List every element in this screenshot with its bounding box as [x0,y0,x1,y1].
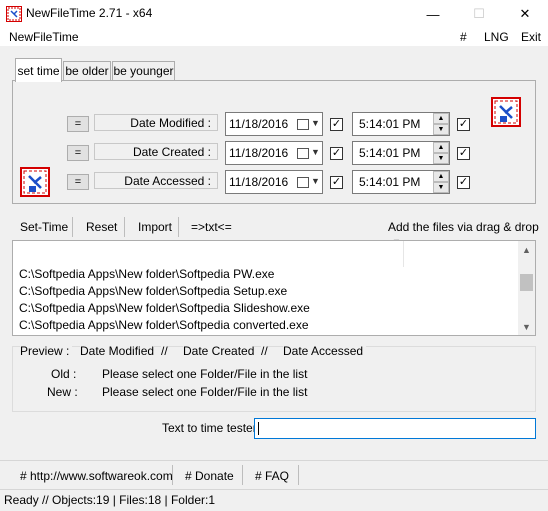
list-item[interactable]: C:\Softpedia Apps\New folder\Softpedia P… [19,267,274,281]
scroll-thumb[interactable] [520,274,533,291]
chevron-down-icon[interactable]: ▼ [311,176,320,186]
footer-separator [298,465,299,485]
close-button[interactable]: ✕ [502,0,548,28]
column-divider [403,241,404,267]
tab-be-younger[interactable]: be younger [112,61,175,81]
import-button[interactable]: Import [138,220,172,234]
date-accessed-date-value: 11/18/2016 [229,175,289,189]
equal-button-created[interactable]: = [67,145,89,161]
drag-drop-icon-right[interactable] [491,97,521,127]
old-value: Please select one Folder/File in the lis… [102,367,308,381]
date-modified-date-picker[interactable]: 11/18/2016 ▼ [225,112,323,136]
equal-button-modified[interactable]: = [67,116,89,132]
set-time-button[interactable]: Set-Time [20,220,68,234]
menu-hash[interactable]: # [460,30,467,44]
calendar-icon[interactable] [297,177,309,188]
window-title: NewFileTime 2.71 - x64 [26,6,153,20]
list-scrollbar[interactable]: ▲ ▼ [518,241,535,335]
reset-button[interactable]: Reset [86,220,117,234]
preview-sep: // [161,344,168,358]
scroll-up-icon[interactable]: ▲ [518,241,535,258]
footer-divider [0,460,548,461]
new-label: New : [47,385,78,399]
toolbar-separator [178,217,179,237]
website-link[interactable]: # http://www.softwareok.com [20,469,173,483]
menu-newfiletime[interactable]: NewFileTime [9,30,79,44]
date-created-date-picker[interactable]: 11/18/2016 ▼ [225,141,323,165]
date-accessed-time-picker[interactable]: 5:14:01 PM ▲ ▼ [352,170,450,194]
status-divider [0,489,548,490]
date-accessed-date-checkbox[interactable]: ✓ [330,176,343,189]
date-modified-time-checkbox[interactable]: ✓ [457,118,470,131]
tab-set-time[interactable]: set time [15,58,62,82]
toolbar-separator [72,217,73,237]
preview-sep: // [261,344,268,358]
toolbar-separator [124,217,125,237]
date-accessed-date-picker[interactable]: 11/18/2016 ▼ [225,170,323,194]
time-spinner[interactable]: ▲ ▼ [433,113,449,135]
file-list[interactable]: C:\Softpedia Apps\New folder\Softpedia P… [12,240,536,336]
date-created-time-picker[interactable]: 5:14:01 PM ▲ ▼ [352,141,450,165]
list-item[interactable]: C:\Softpedia Apps\New folder\Softpedia c… [19,318,309,332]
equal-button-accessed[interactable]: = [67,174,89,190]
text-caret [258,422,259,435]
date-accessed-label: Date Accessed : [94,172,218,189]
calendar-icon[interactable] [297,119,309,130]
scroll-down-icon[interactable]: ▼ [518,318,535,335]
drag-drop-icon-left[interactable] [20,167,50,197]
maximize-button: ☐ [473,6,485,21]
time-spinner[interactable]: ▲ ▼ [433,142,449,164]
date-created-time-checkbox[interactable]: ✓ [457,147,470,160]
date-accessed-time-value: 5:14:01 PM [359,175,421,189]
footer-separator [242,465,243,485]
chevron-down-icon[interactable]: ▼ [311,118,320,128]
tab-be-older[interactable]: be older [63,61,111,81]
minimize-button[interactable]: — [410,0,456,28]
list-item[interactable]: C:\Softpedia Apps\New folder\Softpedia S… [19,284,287,298]
preview-date-created: Date Created [183,344,255,358]
date-created-date-checkbox[interactable]: ✓ [330,147,343,160]
menu-exit[interactable]: Exit [521,30,541,44]
status-bar: Ready // Objects:19 | Files:18 | Folder:… [4,493,215,507]
footer-separator [172,465,173,485]
date-modified-time-picker[interactable]: 5:14:01 PM ▲ ▼ [352,112,450,136]
chevron-down-icon[interactable]: ▼ [311,147,320,157]
text-tester-label: Text to time tester [162,421,257,435]
old-label: Old : [51,367,77,381]
calendar-icon[interactable] [297,148,309,159]
app-icon [6,6,22,22]
preview-label: Preview : [20,344,73,358]
date-modified-label: Date Modified : [94,114,218,131]
time-spinner[interactable]: ▲ ▼ [433,171,449,193]
date-modified-time-value: 5:14:01 PM [359,117,421,131]
date-created-time-value: 5:14:01 PM [359,146,421,160]
txt-button[interactable]: =>txt<= [191,220,232,234]
date-created-date-value: 11/18/2016 [229,146,289,160]
add-files-label: Add the files via drag & drop [388,220,539,234]
preview-date-modified: Date Modified [80,344,155,358]
menu-lng[interactable]: LNG [484,30,509,44]
preview-date-accessed: Date Accessed [283,344,367,358]
new-value: Please select one Folder/File in the lis… [102,385,308,399]
date-accessed-time-checkbox[interactable]: ✓ [457,176,470,189]
faq-link[interactable]: # FAQ [255,469,289,483]
date-modified-date-checkbox[interactable]: ✓ [330,118,343,131]
text-tester-input[interactable] [254,418,536,439]
date-created-label: Date Created : [94,143,218,160]
donate-link[interactable]: # Donate [185,469,234,483]
date-modified-date-value: 11/18/2016 [229,117,289,131]
list-item[interactable]: C:\Softpedia Apps\New folder\Softpedia S… [19,301,310,315]
